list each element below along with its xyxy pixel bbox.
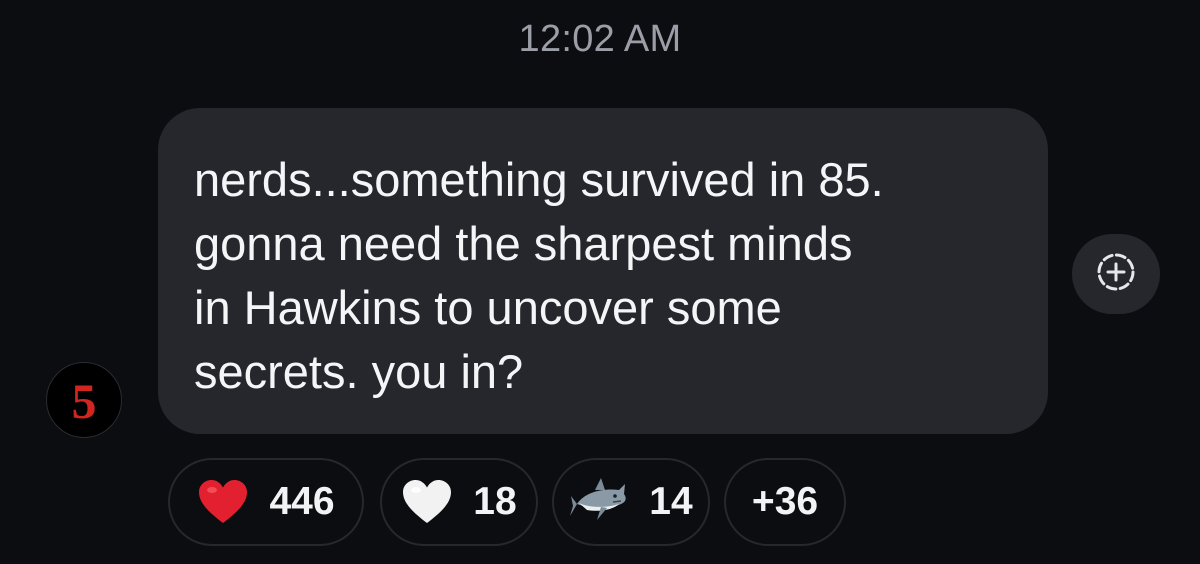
avatar-glyph: 5 xyxy=(71,373,97,429)
message-line: nerds...something survived in 85. xyxy=(194,153,884,206)
reaction-count: 14 xyxy=(649,480,693,523)
reaction-bar: 446 18 14 +36 xyxy=(0,458,1200,546)
sender-avatar[interactable]: 5 xyxy=(46,362,122,438)
message-text: nerds...something survived in 85. gonna … xyxy=(194,148,1024,404)
white-heart-icon xyxy=(401,478,453,526)
message-line: secrets. you in? xyxy=(194,345,524,398)
reaction-pill-white-heart[interactable]: 18 xyxy=(380,458,538,546)
message-bubble[interactable]: nerds...something survived in 85. gonna … xyxy=(158,108,1048,434)
reaction-pill-red-heart[interactable]: 446 xyxy=(168,458,364,546)
shark-icon xyxy=(569,474,629,530)
add-reaction-button[interactable] xyxy=(1072,234,1160,314)
chat-screen: 12:02 AM 5 nerds...something survived in… xyxy=(0,0,1200,564)
message-line: in Hawkins to uncover some xyxy=(194,281,782,334)
message-timestamp: 12:02 AM xyxy=(518,18,682,60)
more-reactions-count: +36 xyxy=(751,480,819,523)
reaction-pill-shark[interactable]: 14 xyxy=(552,458,710,546)
reaction-count: 18 xyxy=(473,480,517,523)
reaction-count: 446 xyxy=(269,480,335,523)
red-heart-icon xyxy=(197,478,249,526)
message-line: gonna need the sharpest minds xyxy=(194,217,853,270)
add-reaction-icon xyxy=(1094,250,1138,299)
reaction-pill-more[interactable]: +36 xyxy=(724,458,846,546)
